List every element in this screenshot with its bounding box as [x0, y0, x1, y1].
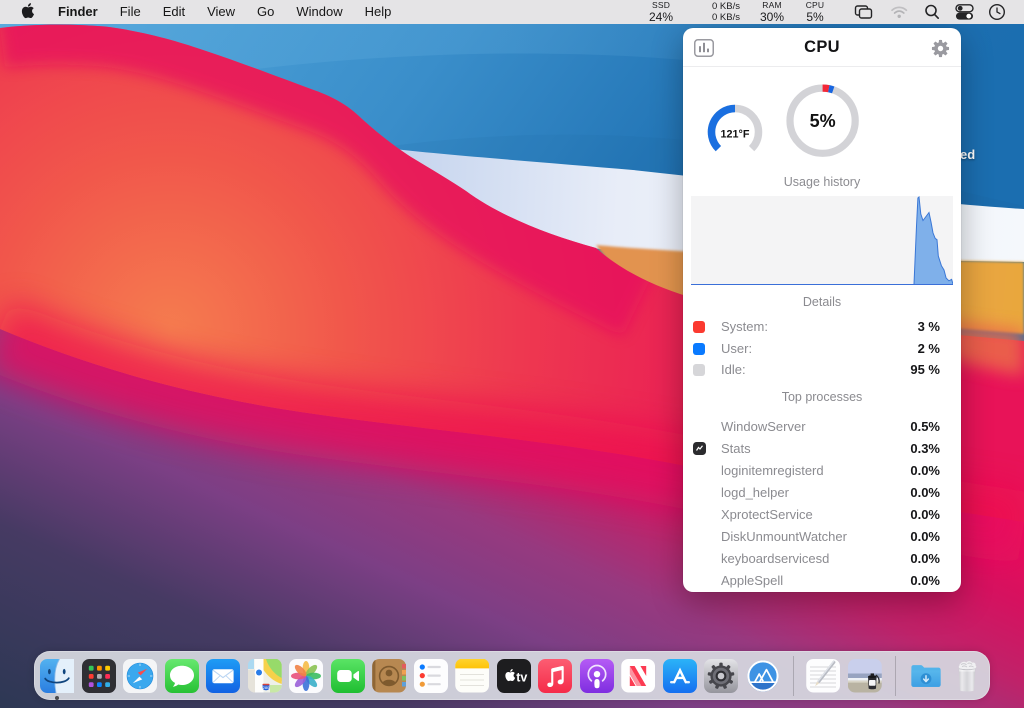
svg-text:121°F: 121°F: [721, 129, 750, 141]
svg-text:280: 280: [262, 684, 269, 689]
svg-text:5%: 5%: [810, 111, 836, 131]
svg-text:tv: tv: [516, 670, 527, 684]
